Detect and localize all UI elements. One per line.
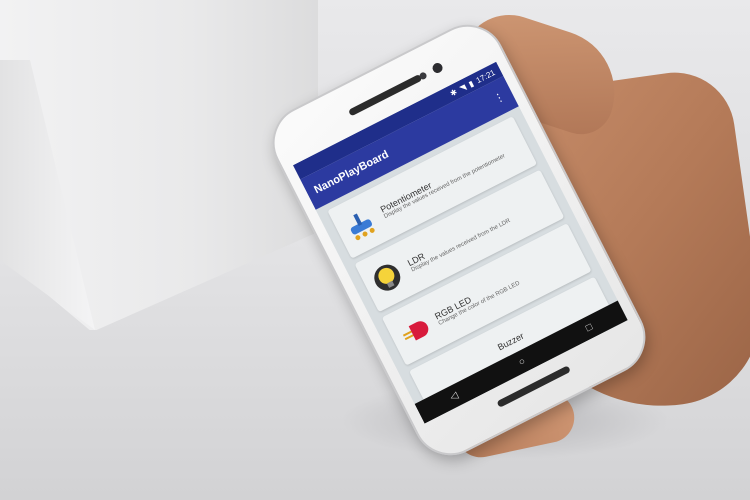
recents-icon[interactable]: □ bbox=[584, 321, 594, 334]
potentiometer-icon bbox=[337, 201, 383, 247]
led-icon bbox=[392, 308, 438, 354]
front-camera bbox=[430, 61, 445, 75]
battery-icon: ▮ bbox=[467, 78, 476, 89]
home-icon[interactable]: ○ bbox=[517, 355, 527, 368]
back-icon[interactable]: ◁ bbox=[448, 390, 460, 403]
card-title: RGB LED bbox=[432, 294, 473, 322]
more-vert-icon[interactable]: ⋮ bbox=[491, 89, 507, 106]
photo-scene: ✱ ◥ ▮ 17:21 NanoPlayBoard ⋮ Potentiomete… bbox=[0, 0, 750, 500]
lightbulb-icon bbox=[364, 255, 410, 301]
wifi-icon: ◥ bbox=[457, 82, 468, 94]
bluetooth-icon: ✱ bbox=[448, 86, 459, 98]
